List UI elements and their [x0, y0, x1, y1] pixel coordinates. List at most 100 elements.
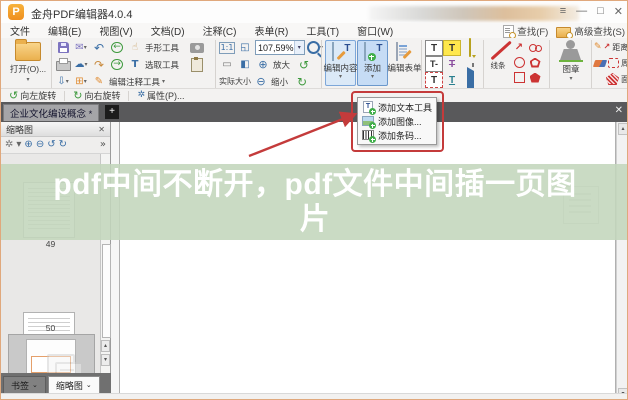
- zoom-in-button[interactable]: ⊕: [255, 57, 271, 72]
- panel-options-button[interactable]: ✲: [5, 140, 13, 150]
- panel-zoom-out-button[interactable]: ⊖: [36, 140, 44, 150]
- zoom-in-label[interactable]: 放大: [273, 59, 290, 71]
- typewriter-tool-button[interactable]: T: [425, 40, 443, 56]
- rotate-right-button[interactable]: ↻ 向右旋转: [69, 89, 124, 102]
- stamp-button[interactable]: 图章 ▾: [553, 40, 589, 82]
- panel-rotate-right-button[interactable]: ↻: [59, 140, 67, 150]
- clipboard-icon: [191, 58, 203, 72]
- printer-icon: [56, 61, 71, 71]
- panel-bottom-tabs: 书签 ⌄ 缩略图 ⌄: [1, 373, 111, 393]
- thumbnails-tab[interactable]: 缩略图 ⌄: [48, 376, 100, 393]
- window-controls: ≡ — □ ✕: [560, 5, 623, 18]
- new-page-button[interactable]: ⊞▾: [73, 74, 89, 89]
- sound-tool-button[interactable]: [463, 71, 478, 89]
- perimeter-tool-button[interactable]: 周长: [594, 56, 628, 70]
- menu-form[interactable]: 表单(R): [245, 23, 297, 38]
- actual-size-button[interactable]: 1:1: [219, 40, 235, 55]
- open-button[interactable]: 打开(O)... ▾: [7, 42, 49, 83]
- panel-scrollbar-thumb[interactable]: [102, 244, 111, 338]
- highlight-text-tool-button[interactable]: T: [443, 40, 461, 56]
- menu-window[interactable]: 窗口(W): [348, 23, 402, 38]
- callout-tool-button[interactable]: T: [425, 72, 443, 88]
- fit-width-button[interactable]: ◧: [237, 57, 253, 72]
- panel-zoom-in-button[interactable]: ⊕: [24, 140, 32, 150]
- panel-header: 缩略图 ✕: [1, 122, 110, 137]
- rotate-view-left-button[interactable]: ↺: [296, 57, 312, 72]
- zoom-in-icon: ⊕: [258, 59, 267, 70]
- cloud-tool-button[interactable]: [528, 41, 543, 55]
- rotate-left-button[interactable]: ↺ 向左旋转: [5, 89, 60, 102]
- find-button[interactable]: 查找(F): [503, 24, 548, 38]
- textbox-tool-button[interactable]: T-: [425, 56, 443, 72]
- polygon-outline-tool-button[interactable]: [528, 56, 543, 70]
- menu-file[interactable]: 文件: [1, 23, 39, 38]
- pdf-editor-window: P 金舟PDF编辑器4.0.4 ≡ — □ ✕ 文件 编辑(E) 视图(V) 文…: [0, 0, 628, 400]
- add-button[interactable]: T 添加 ▾: [357, 40, 388, 86]
- print-button[interactable]: [55, 57, 71, 72]
- area-tool-button[interactable]: 面积: [594, 72, 628, 86]
- rectangle-tool-button[interactable]: [512, 71, 527, 85]
- bookmarks-tab[interactable]: 书签 ⌄: [3, 376, 46, 393]
- strikethrough-tool-button[interactable]: T: [444, 57, 460, 71]
- hand-tool-button[interactable]: ☝: [127, 40, 143, 55]
- close-document-button[interactable]: ✕: [615, 105, 623, 116]
- underline-tool-button[interactable]: T: [444, 73, 460, 87]
- chevron-down-icon[interactable]: ▾: [294, 41, 304, 54]
- zoom-out-button[interactable]: ⊖: [253, 74, 269, 89]
- email-button[interactable]: ✉▾: [73, 40, 89, 55]
- oval-tool-button[interactable]: [512, 56, 527, 70]
- rotate-view-right-button[interactable]: ↻: [294, 74, 310, 89]
- edit-form-button[interactable]: 编辑表单: [389, 40, 420, 86]
- edit-annot-button[interactable]: ✎: [91, 74, 107, 89]
- select-tool-button[interactable]: T: [127, 57, 143, 72]
- zoom-level-combo[interactable]: 107,59% ▾: [255, 40, 305, 55]
- menu-edit[interactable]: 编辑(E): [39, 23, 90, 38]
- panel-close-button[interactable]: ✕: [98, 125, 105, 134]
- scroll-up-button[interactable]: ▴: [101, 340, 110, 352]
- distance-tool-button[interactable]: ✎ ↗ 距离: [594, 40, 628, 54]
- menu-tools[interactable]: 工具(T): [297, 23, 348, 38]
- select-tool-label[interactable]: 选取工具: [145, 59, 179, 71]
- menu-document[interactable]: 文档(D): [142, 23, 194, 38]
- arrow-ne-icon: ↗: [515, 43, 523, 53]
- note-comment-tool-button[interactable]: [469, 39, 471, 57]
- panel-more-button[interactable]: »: [100, 140, 106, 150]
- undo-button[interactable]: ↶: [91, 40, 107, 55]
- chevron-down-icon: ▾: [84, 79, 87, 85]
- menu-icon[interactable]: ≡: [560, 5, 566, 18]
- doc-scroll-up-button[interactable]: ▴: [618, 123, 628, 135]
- zoom-out-label[interactable]: 缩小: [271, 76, 288, 88]
- cloud-button[interactable]: ☁▾: [73, 57, 89, 72]
- find-icon: [503, 25, 514, 38]
- menu-view[interactable]: 视图(V): [90, 23, 141, 38]
- minimize-button[interactable]: —: [576, 5, 587, 18]
- document-tab[interactable]: 企业文化编设概念 *: [3, 104, 99, 121]
- chevron-down-icon: ▾: [84, 62, 87, 68]
- redo-button[interactable]: ↷: [91, 57, 107, 72]
- area-icon: [606, 73, 619, 85]
- edit-content-button[interactable]: T 编辑内容 ▾: [325, 40, 356, 86]
- advanced-find-button[interactable]: 高级查找(S): [556, 24, 625, 38]
- hand-tool-label[interactable]: 手形工具: [145, 42, 179, 54]
- polygon-tool-button[interactable]: [528, 71, 543, 85]
- stamp-person-icon: [559, 40, 583, 62]
- export-button[interactable]: ⇩▾: [55, 74, 71, 89]
- new-tab-button[interactable]: +: [105, 105, 119, 119]
- menu-annotate[interactable]: 注释(C): [194, 23, 246, 38]
- actual-size-label[interactable]: 实际大小: [219, 76, 251, 87]
- line-tool-button[interactable]: 线条: [487, 40, 509, 85]
- snapshot-button[interactable]: [189, 40, 205, 55]
- forward-button[interactable]: →: [109, 57, 125, 72]
- page-rect-button[interactable]: ▭: [219, 57, 235, 72]
- close-button[interactable]: ✕: [614, 5, 623, 18]
- back-button[interactable]: ←: [109, 40, 125, 55]
- maximize-button[interactable]: □: [597, 5, 604, 18]
- scroll-down-button[interactable]: ▾: [101, 354, 110, 366]
- arrow-tool-button[interactable]: ↗: [512, 41, 527, 55]
- panel-rotate-left-button[interactable]: ↺: [47, 140, 55, 150]
- properties-button[interactable]: ✲ 属性(P)...: [133, 89, 188, 102]
- edit-annot-label[interactable]: 编辑注释工具: [109, 76, 160, 88]
- save-button[interactable]: [55, 40, 71, 55]
- paste-button[interactable]: [189, 57, 205, 72]
- fit-page-button[interactable]: ◱: [237, 40, 253, 55]
